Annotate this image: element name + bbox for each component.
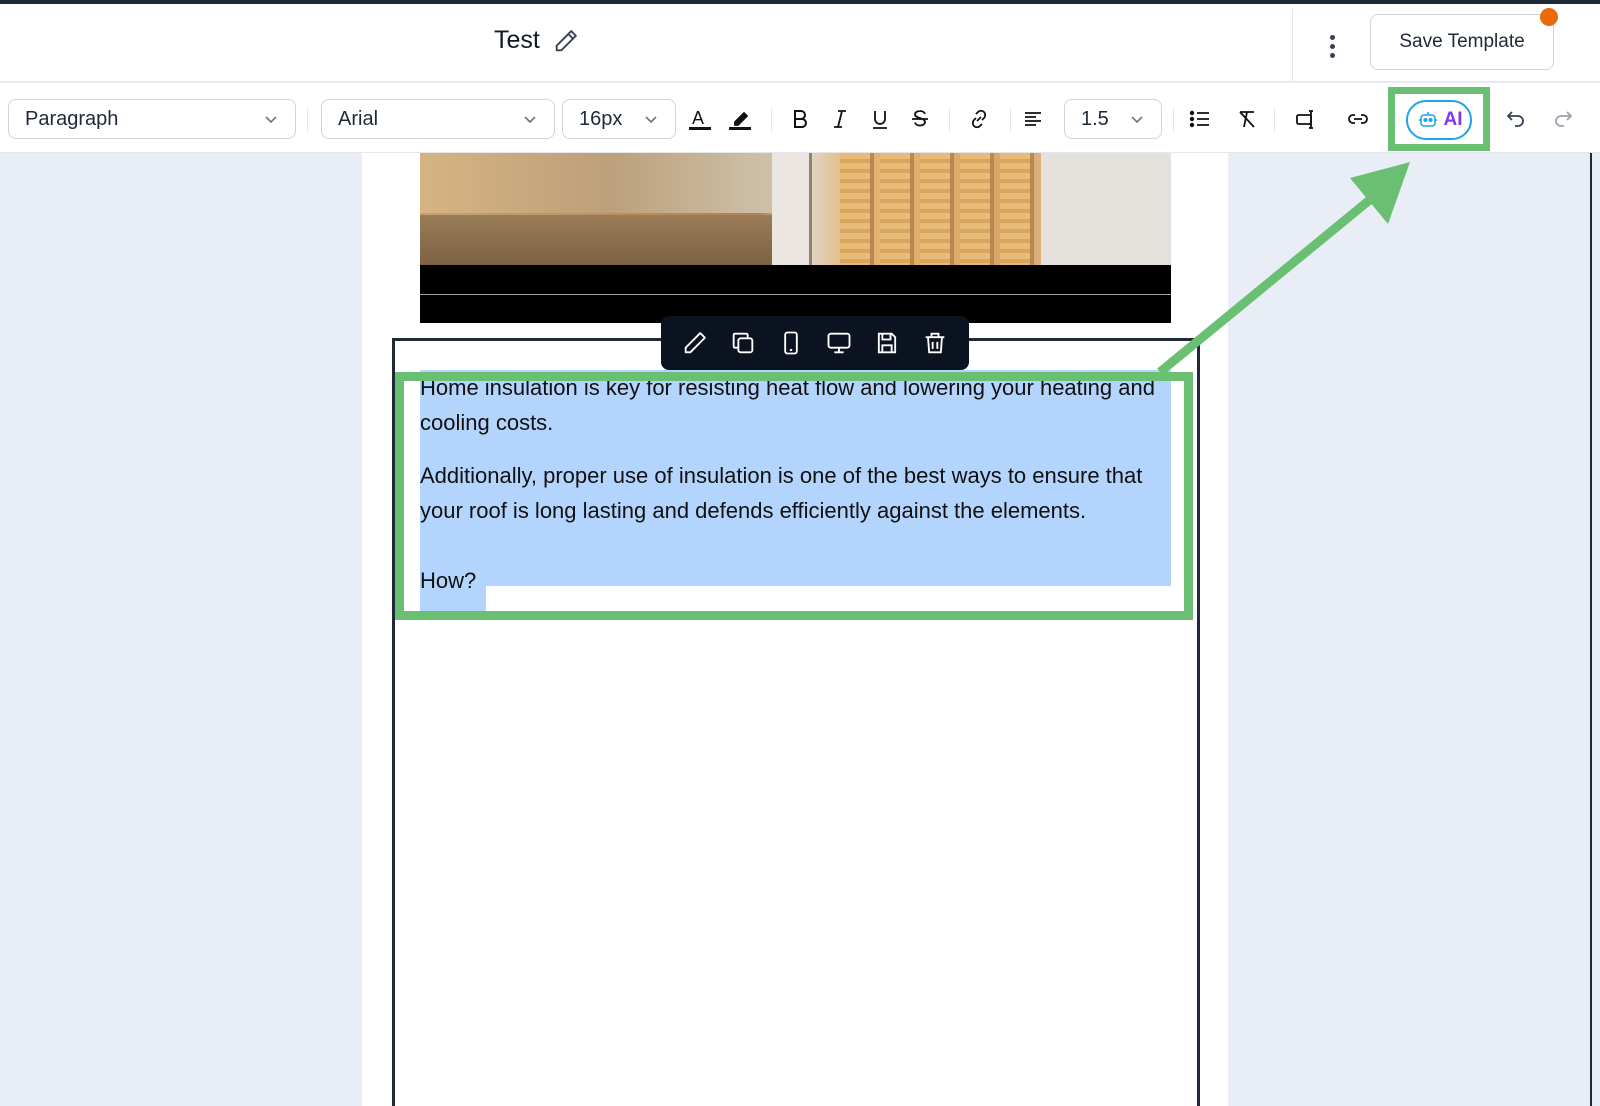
paragraph-1: Home insulation is key for resisting hea… (420, 375, 1155, 435)
image-caption-bar (420, 265, 1171, 323)
block-type-value: Paragraph (25, 107, 119, 130)
font-family-value: Arial (338, 107, 379, 130)
strikethrough-icon[interactable] (901, 100, 939, 138)
ai-button-highlight-box (1388, 87, 1490, 151)
template-title: Test (494, 26, 540, 54)
italic-icon[interactable] (821, 100, 859, 138)
paragraph-2: Additionally, proper use of insulation i… (420, 463, 1143, 523)
toolbar-divider (771, 107, 772, 133)
chevron-down-icon (524, 116, 536, 124)
save-template-button[interactable]: Save Template (1370, 14, 1554, 70)
edit-title-icon[interactable] (552, 27, 580, 55)
desktop-icon[interactable] (822, 326, 856, 360)
bold-icon[interactable] (781, 100, 819, 138)
align-left-icon[interactable] (1014, 100, 1052, 138)
toolbar-divider (949, 107, 950, 133)
formatting-toolbar: Paragraph Arial 16px A 1.5 AI (0, 83, 1600, 153)
highlight-color-icon[interactable] (721, 100, 759, 138)
svg-text:A: A (692, 108, 704, 128)
undo-icon[interactable] (1497, 100, 1535, 138)
text-color-icon[interactable]: A (681, 100, 719, 138)
toolbar-divider (307, 107, 308, 133)
pencil-icon[interactable] (678, 326, 712, 360)
underline-icon[interactable] (861, 100, 899, 138)
line-height-value: 1.5 (1081, 107, 1109, 130)
chevron-down-icon (1131, 116, 1143, 124)
bullet-list-icon[interactable] (1181, 100, 1219, 138)
block-actions-toolbar (661, 316, 969, 370)
save-icon[interactable] (870, 326, 904, 360)
chevron-down-icon (645, 116, 657, 124)
insert-link-icon[interactable] (1339, 100, 1377, 138)
canvas-right-border (1590, 153, 1592, 1106)
chevron-down-icon (265, 116, 277, 124)
toolbar-divider (1274, 107, 1275, 133)
line-height-select[interactable]: 1.5 (1064, 99, 1162, 139)
duplicate-icon[interactable] (726, 326, 760, 360)
more-options-icon[interactable] (1318, 28, 1346, 64)
paragraph-3: How? (420, 568, 477, 593)
trash-icon[interactable] (918, 326, 952, 360)
font-family-select[interactable]: Arial (321, 99, 555, 139)
font-size-select[interactable]: 16px (562, 99, 676, 139)
template-title-group: Test (494, 26, 580, 55)
merge-field-icon[interactable] (1287, 100, 1325, 138)
unsaved-indicator-dot (1540, 8, 1558, 26)
toolbar-divider (1010, 107, 1011, 133)
paragraph-content[interactable]: Home insulation is key for resisting hea… (420, 370, 1180, 616)
font-size-value: 16px (579, 107, 623, 130)
link-icon[interactable] (960, 100, 998, 138)
editor-header: Test Save Template (0, 4, 1600, 82)
toolbar-divider (1173, 107, 1174, 133)
block-type-select[interactable]: Paragraph (8, 99, 296, 139)
insulation-photo (420, 153, 1171, 265)
mobile-icon[interactable] (774, 326, 808, 360)
header-divider (1292, 8, 1293, 82)
redo-icon[interactable] (1544, 100, 1582, 138)
clear-formatting-icon[interactable] (1228, 100, 1266, 138)
